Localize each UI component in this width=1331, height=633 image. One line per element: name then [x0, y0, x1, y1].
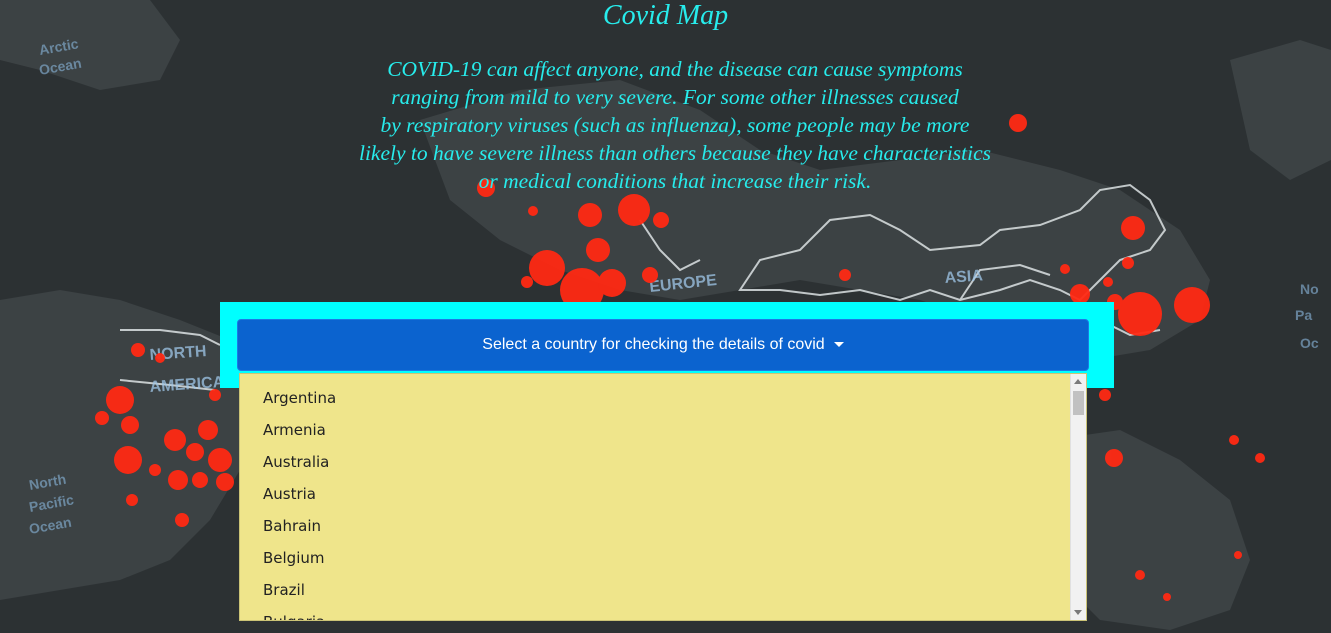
intro-line: COVID-19 can affect anyone, and the dise… [387, 57, 963, 81]
svg-text:No: No [1300, 281, 1319, 297]
country-option[interactable]: Brazil [240, 574, 1086, 606]
intro-line: likely to have severe illness than other… [358, 141, 992, 165]
svg-text:Oc: Oc [1300, 335, 1319, 351]
country-option[interactable]: Bulgaria [240, 606, 1086, 620]
country-option[interactable]: Austria [240, 478, 1086, 510]
intro-line: ranging from mild to very severe. For so… [391, 85, 959, 109]
page-title: Covid Map [602, 0, 729, 31]
svg-text:Pa: Pa [1295, 307, 1312, 323]
country-dropdown-menu[interactable]: Argentina Armenia Australia Austria Bahr… [239, 373, 1087, 621]
country-option[interactable]: Belgium [240, 542, 1086, 574]
svg-text:ASIA: ASIA [944, 267, 984, 287]
intro-paragraph: COVID-19 can affect anyone, and the dise… [300, 55, 1050, 195]
intro-line: or medical conditions that increase thei… [478, 169, 872, 193]
country-option[interactable]: Bahrain [240, 510, 1086, 542]
scroll-down-arrow-icon[interactable] [1074, 610, 1082, 615]
dropdown-button-label: Select a country for checking the detail… [482, 336, 825, 353]
caret-down-icon [833, 341, 844, 347]
country-option[interactable]: Argentina [240, 382, 1086, 414]
country-list: Argentina Armenia Australia Austria Bahr… [240, 374, 1086, 620]
country-dropdown-button[interactable]: Select a country for checking the detail… [237, 319, 1089, 371]
scroll-up-arrow-icon[interactable] [1074, 379, 1082, 384]
country-option[interactable]: Armenia [240, 414, 1086, 446]
country-option[interactable]: Australia [240, 446, 1086, 478]
scrollbar-thumb[interactable] [1073, 391, 1084, 415]
menu-scrollbar[interactable] [1070, 374, 1086, 620]
intro-line: by respiratory viruses (such as influenz… [380, 113, 970, 137]
